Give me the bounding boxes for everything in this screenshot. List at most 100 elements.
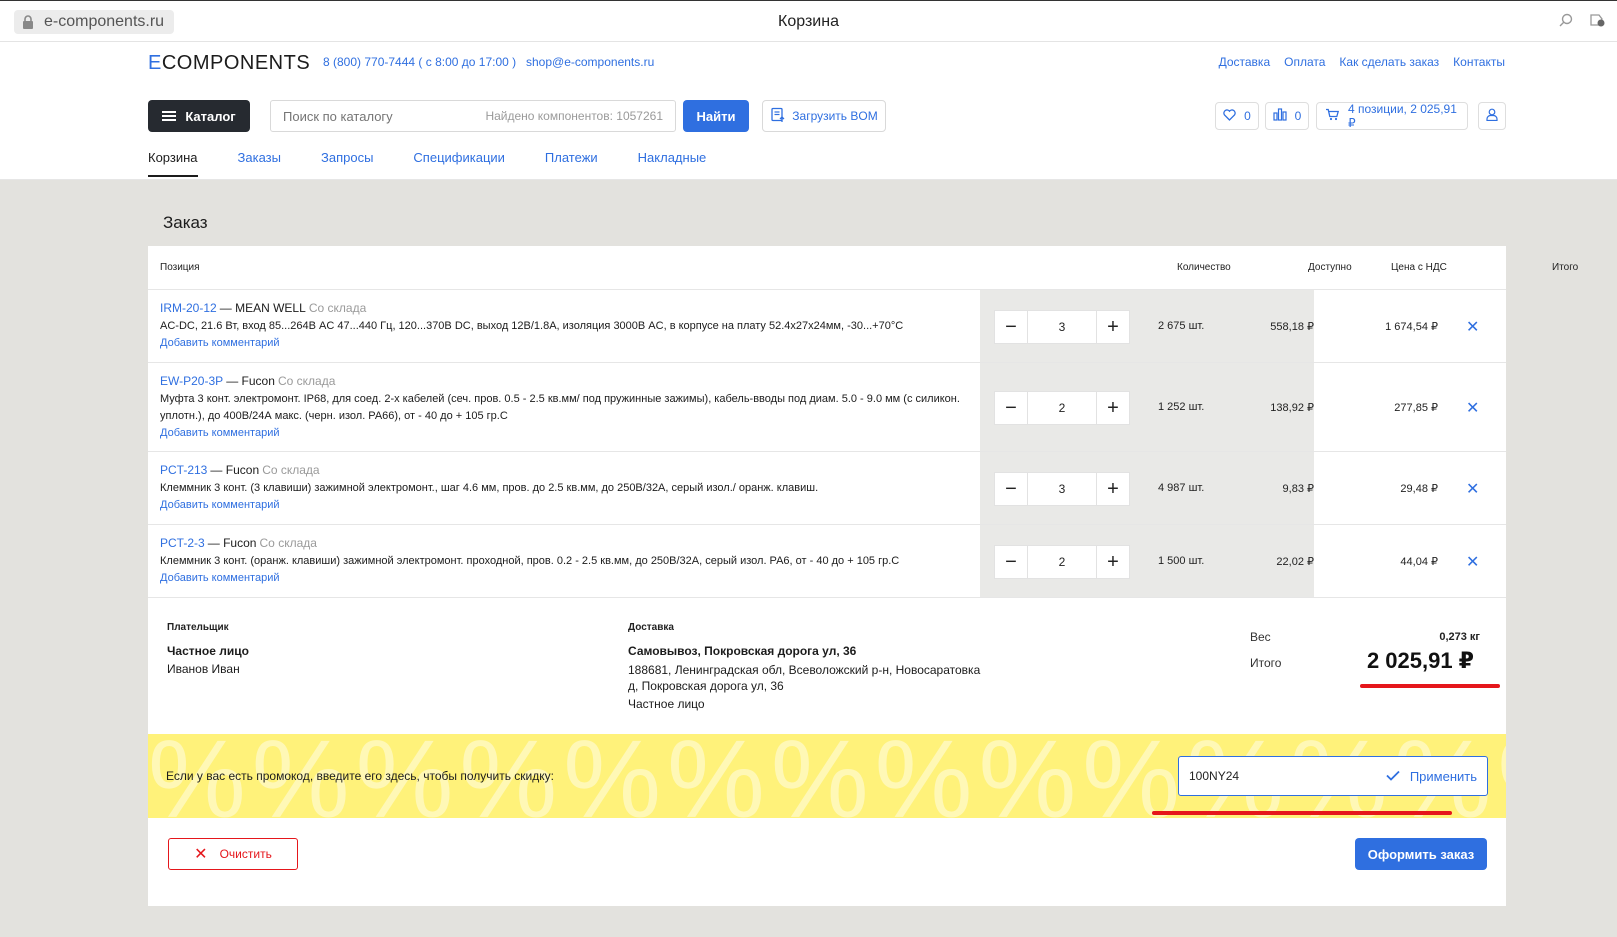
payer-type: Частное лицо [167,644,249,658]
line-total: 29,48 ₽ [1400,483,1438,495]
nav-payment[interactable]: Оплата [1284,55,1325,69]
quantity-input[interactable]: 2 [1028,391,1096,425]
remove-item-button[interactable]: ✕ [1466,317,1479,337]
remove-item-button[interactable]: ✕ [1466,479,1479,499]
item-description: Клеммник 3 конт. (оранж. клавиши) зажимн… [160,555,900,567]
column-available: Доступно [1308,262,1352,273]
unit-price: 558,18 ₽ [1270,321,1314,333]
increase-button[interactable]: + [1096,391,1130,425]
account-button[interactable] [1478,102,1506,130]
stock-source: Со склада [277,374,336,388]
order-summary: Плательщик Частное лицо Иванов Иван Дост… [148,590,1506,734]
tab-requests[interactable]: Запросы [321,150,373,177]
compare-chart-icon [1273,108,1287,124]
heart-icon [1223,108,1236,124]
column-quantity: Количество [1177,262,1231,273]
part-number-link[interactable]: PCT-2-3 [160,536,205,550]
column-total: Итого [1552,262,1579,273]
nav-contacts[interactable]: Контакты [1453,55,1505,69]
decrease-button[interactable]: − [994,472,1028,506]
quantity-stepper: − 2 + [994,391,1130,425]
weight-label: Вес [1250,630,1271,644]
item-description: Клеммник 3 конт. (3 клавиши) зажимной эл… [160,482,819,494]
apply-promo-button[interactable]: Применить [1386,769,1477,784]
add-comment-link[interactable]: Добавить комментарий [160,497,960,514]
table-row: PCT-2-3 — Fucon Со склада Клеммник 3 кон… [148,525,1506,598]
column-position: Позиция [160,262,200,273]
tab-orders[interactable]: Заказы [238,150,281,177]
nav-delivery[interactable]: Доставка [1219,55,1271,69]
stock-source: Со склада [262,463,320,477]
stock-source: Со склада [259,536,317,550]
extension-icon[interactable] [1589,13,1605,30]
highlight-underline [1360,684,1500,688]
table-row: IRM-20-12 — MEAN WELL Со склада AC-DC, 2… [148,290,1506,363]
unit-price: 22,02 ₽ [1276,556,1314,568]
nav-how-to-order[interactable]: Как сделать заказ [1339,55,1439,69]
find-button[interactable]: Найти [683,100,749,132]
available-stock: 1 252 шт. [1158,401,1205,413]
delivery-label: Доставка [628,622,674,633]
total-label: Итого [1250,656,1282,670]
promo-code-input[interactable]: 100NY24 [1189,769,1386,783]
promo-code-field[interactable]: 100NY24 Применить [1178,756,1488,796]
top-nav: Доставка Оплата Как сделать заказ Контак… [1219,55,1505,69]
decrease-button[interactable]: − [994,391,1028,425]
quantity-input[interactable]: 2 [1028,545,1096,579]
order-card: Позиция Количество Доступно Цена с НДС И… [148,246,1578,906]
part-number-link[interactable]: EW-P20-3P [160,374,223,388]
add-comment-link[interactable]: Добавить комментарий [160,335,960,352]
close-icon: ✕ [194,846,208,863]
item-description: Муфта 3 конт. электромонт. IP68, для сое… [160,393,960,422]
delivery-address-line2: д, Покровская дорога ул, 36 [628,679,784,693]
cart-button[interactable]: 4 позиции, 2 025,91 ₽ [1316,102,1468,130]
promo-banner: %%%%%%%%%%%%%%%%%%%%%%%%%%%% Если у вас … [148,734,1506,818]
email-link[interactable]: shop@e-components.ru [526,55,654,69]
search-box[interactable]: Найдено компонентов: 1057261 [270,100,676,132]
decrease-button[interactable]: − [994,310,1028,344]
add-comment-link[interactable]: Добавить комментарий [160,570,960,587]
compare-button[interactable]: 0 [1265,102,1309,130]
favorites-count: 0 [1244,109,1251,123]
unit-price: 138,92 ₽ [1270,402,1314,414]
quantity-input[interactable]: 3 [1028,310,1096,344]
increase-button[interactable]: + [1096,545,1130,579]
logo[interactable]: ECOMPONENTS [148,52,310,75]
table-header: Позиция Количество Доступно Цена с НДС И… [148,246,1578,290]
tab-invoices[interactable]: Накладные [638,150,707,177]
user-icon [1486,108,1498,124]
main-content: Заказ Позиция Количество Доступно Цена с… [0,180,1617,937]
quantity-stepper: − 2 + [994,545,1130,579]
upload-bom-button[interactable]: Загрузить BOM [762,100,886,132]
remove-item-button[interactable]: ✕ [1466,398,1479,418]
remove-item-button[interactable]: ✕ [1466,552,1479,572]
clear-cart-button[interactable]: ✕ Очистить [168,838,298,870]
tab-title: Корзина [778,13,839,30]
search-icon[interactable] [1559,13,1573,30]
line-total: 1 674,54 ₽ [1385,321,1438,333]
payer-name: Иванов Иван [167,662,240,676]
quantity-input[interactable]: 3 [1028,472,1096,506]
stock-source: Со склада [308,301,367,315]
increase-button[interactable]: + [1096,472,1130,506]
add-comment-link[interactable]: Добавить комментарий [160,425,960,442]
tab-specifications[interactable]: Спецификации [413,150,505,177]
account-tabs: Корзина Заказы Запросы Спецификации Плат… [148,150,706,177]
place-order-button[interactable]: Оформить заказ [1355,838,1487,870]
delivery-recipient: Частное лицо [628,697,705,711]
favorites-button[interactable]: 0 [1215,102,1259,130]
table-row: PCT-213 — Fucon Со склада Клеммник 3 кон… [148,452,1506,525]
tab-payments[interactable]: Платежи [545,150,598,177]
tab-cart[interactable]: Корзина [148,150,198,177]
catalog-button[interactable]: Каталог [148,100,250,132]
checkmark-icon [1386,769,1400,784]
upload-list-icon [770,107,786,126]
part-number-link[interactable]: PCT-213 [160,463,207,477]
delivery-address-line1: 188681, Ленинградская обл, Всеволожский … [628,663,981,677]
search-input[interactable] [283,108,486,124]
available-stock: 2 675 шт. [1158,320,1205,332]
increase-button[interactable]: + [1096,310,1130,344]
phone-link[interactable]: 8 (800) 770-7444 ( с 8:00 до 17:00 ) [323,55,516,69]
part-number-link[interactable]: IRM-20-12 [160,301,217,315]
decrease-button[interactable]: − [994,545,1028,579]
